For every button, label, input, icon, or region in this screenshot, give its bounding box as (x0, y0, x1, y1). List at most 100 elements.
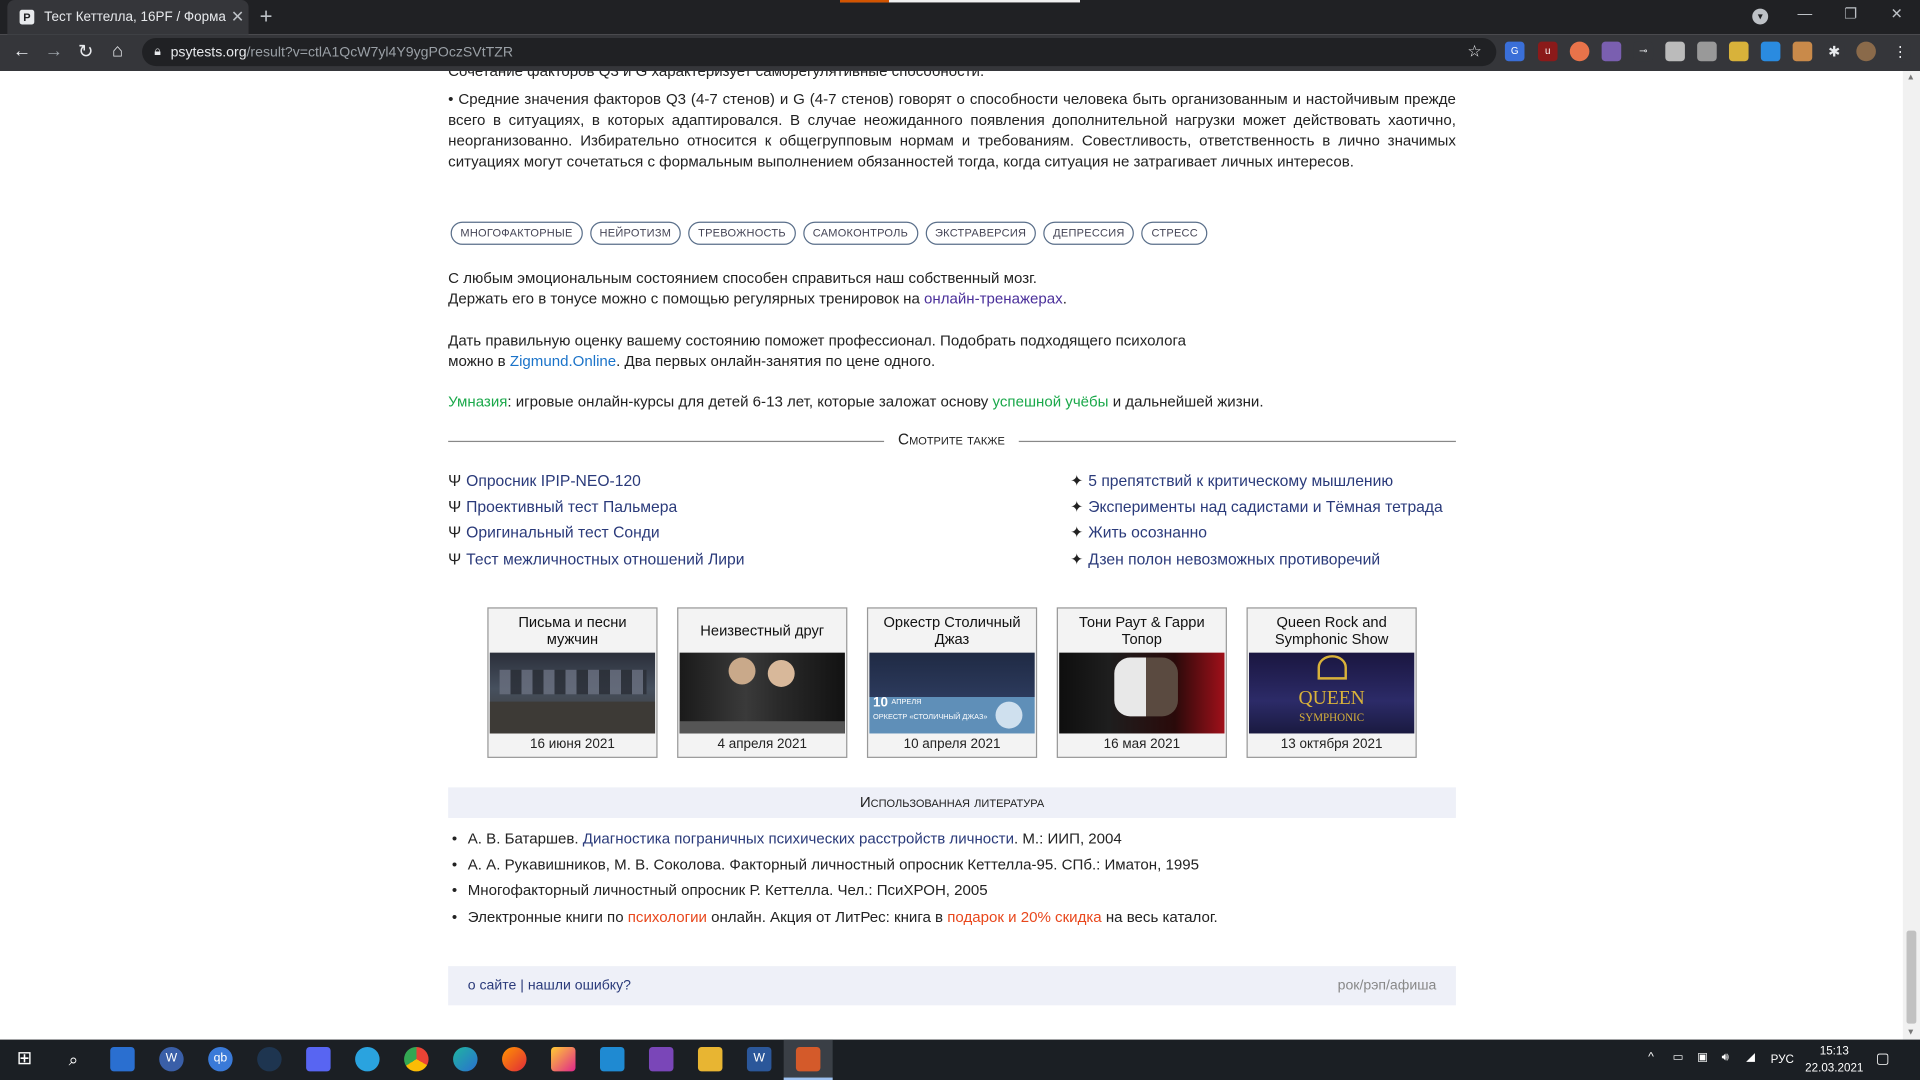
forward-icon[interactable]: → (42, 40, 66, 61)
literature-list: А. В. Батаршев. Диагностика пограничных … (448, 827, 1456, 931)
literature-item: А. А. Рукавишников, М. В. Соколова. Факт… (448, 852, 1456, 878)
clock-date[interactable]: 22.03.2021 (1800, 1062, 1869, 1075)
language-indicator[interactable]: РУС (1771, 1053, 1794, 1066)
event-title: Queen Rock and Symphonic Show (1274, 612, 1389, 648)
event-card[interactable]: Queen Rock and Symphonic Show QUEEN SYMP… (1246, 607, 1417, 758)
zigmund-link[interactable]: Zigmund.Online (510, 353, 616, 370)
reload-icon[interactable]: ↻ (73, 40, 97, 63)
see-also-link[interactable]: Тест межличностных отношений Лири (466, 549, 744, 567)
scroll-up-icon[interactable]: ▲ (1907, 73, 1915, 82)
windows-start-icon[interactable]: ⊞ (12, 1047, 36, 1071)
tag[interactable]: депрессия (1043, 221, 1135, 245)
telegram-icon[interactable] (355, 1046, 380, 1072)
ublock-extension-icon[interactable]: u (1537, 41, 1558, 62)
edge-icon[interactable] (453, 1046, 478, 1072)
discord-icon[interactable] (306, 1046, 331, 1072)
see-also-title: Смотрите также (898, 431, 1005, 449)
visual-studio-icon[interactable] (648, 1046, 674, 1072)
battery-icon[interactable]: ▭ (1673, 1051, 1684, 1064)
chrome-menu-icon[interactable]: ⋮ (1890, 41, 1911, 62)
tag[interactable]: самоконтроль (802, 221, 918, 245)
minimize-window-icon[interactable]: — (1798, 5, 1813, 22)
qbittorrent-icon[interactable]: qb (208, 1046, 233, 1072)
restore-window-icon[interactable]: ❐ (1844, 5, 1857, 22)
translate-extension-icon[interactable]: G (1504, 41, 1525, 62)
see-also-item[interactable]: Ψ Опросник IPIP-NEO-120 (448, 468, 744, 494)
extensions-puzzle-icon[interactable]: ✱ (1824, 41, 1845, 62)
see-also-link[interactable]: Жить осознанно (1088, 523, 1207, 541)
file-explorer-icon[interactable] (697, 1046, 723, 1072)
event-card[interactable]: Неизвестный друг 4 апреля 2021 (677, 607, 848, 758)
chrome-icon[interactable] (404, 1046, 429, 1072)
see-also-link[interactable]: Эксперименты над садистами и Тёмная тетр… (1088, 497, 1443, 515)
extension-icon-4[interactable] (1601, 41, 1622, 62)
active-app-icon[interactable] (795, 1046, 821, 1072)
jetbrains-icon[interactable] (551, 1046, 576, 1072)
keyboard-icon[interactable]: ▣ (1697, 1051, 1708, 1064)
promo-line: С любым эмоциональным состоянием способе… (448, 269, 1037, 287)
notification-icon[interactable]: ▢ (1876, 1049, 1890, 1066)
literature-link[interactable]: Диагностика пограничных психических расс… (583, 830, 1014, 847)
network-icon[interactable]: ◢ (1746, 1051, 1755, 1064)
scrollbar-thumb[interactable] (1906, 930, 1917, 1024)
back-icon[interactable]: ← (10, 40, 34, 61)
volume-icon[interactable]: 🔊︎ (1722, 1051, 1729, 1064)
extension-icon-9[interactable] (1760, 41, 1781, 62)
scroll-down-icon[interactable]: ▼ (1907, 1029, 1915, 1038)
browser-tab[interactable]: P Тест Кеттелла, 16PF / Форма А. I ✕ (7, 0, 249, 35)
see-also-link[interactable]: Дзен полон невозможных противоречий (1088, 549, 1380, 567)
search-icon[interactable]: ⌕ (61, 1047, 85, 1071)
profile-avatar[interactable] (1856, 41, 1876, 62)
tray-chevron-icon[interactable]: ^ (1648, 1051, 1654, 1064)
app-icon-1[interactable] (110, 1046, 135, 1072)
word-icon[interactable]: W (746, 1046, 772, 1072)
tag[interactable]: экстраверсия (925, 221, 1037, 245)
psychology-books-link[interactable]: психологии (628, 908, 707, 925)
see-also-link[interactable]: Оригинальный тест Сонди (466, 523, 659, 541)
event-date: 13 октября 2021 (1280, 737, 1383, 752)
see-also-item[interactable]: ✦ Жить осознанно (1070, 520, 1443, 546)
tag[interactable]: многофакторные (450, 221, 583, 245)
success-study-link[interactable]: успешной учёбы (993, 393, 1109, 410)
home-icon[interactable]: ⌂ (105, 40, 129, 61)
bookmark-star-icon[interactable]: ☆ (1467, 42, 1481, 62)
lock-icon[interactable]: 🔒︎ (154, 45, 161, 58)
footer-about-links[interactable]: о сайте | нашли ошибку? (468, 966, 631, 1005)
page-scrollbar[interactable]: ▲ ▼ (1902, 71, 1920, 1040)
footer-poster-links[interactable]: рок/рэп/афиша (1338, 966, 1437, 1005)
see-also-link[interactable]: Опросник IPIP-NEO-120 (466, 471, 641, 489)
see-also-item[interactable]: Ψ Проективный тест Пальмера (448, 494, 744, 520)
see-also-link[interactable]: 5 препятствий к критическому мышлению (1088, 471, 1393, 489)
firefox-icon[interactable] (502, 1046, 527, 1072)
steam-icon[interactable] (257, 1046, 282, 1072)
see-also-item[interactable]: Ψ Тест межличностных отношений Лири (448, 546, 744, 572)
extension-icon-6[interactable] (1665, 41, 1685, 62)
event-card[interactable]: Тони Раут & Гарри Топор 16 мая 2021 (1056, 607, 1227, 758)
extension-icon-5[interactable]: ⊸ (1633, 41, 1654, 62)
tag[interactable]: тревожность (688, 221, 796, 245)
event-card[interactable]: Письма и песни мужчин 16 июня 2021 (487, 607, 658, 758)
tab-close-icon[interactable]: ✕ (227, 7, 249, 27)
tag[interactable]: стресс (1141, 221, 1208, 245)
trainers-link[interactable]: онлайн-тренажерах (924, 290, 1063, 307)
umnazia-link[interactable]: Умназия (448, 393, 507, 410)
new-tab-button[interactable]: + (260, 4, 273, 30)
vscode-icon[interactable] (600, 1046, 625, 1072)
extension-icon-3[interactable] (1569, 41, 1590, 62)
see-also-item[interactable]: ✦ 5 препятствий к критическому мышлению (1070, 468, 1443, 494)
close-window-icon[interactable]: ✕ (1891, 5, 1903, 22)
app-icon-w[interactable]: W (159, 1046, 184, 1072)
see-also-item[interactable]: ✦ Эксперименты над садистами и Тёмная тет… (1070, 494, 1443, 520)
extension-icon-7[interactable] (1697, 41, 1717, 62)
extension-icon-10[interactable] (1792, 41, 1813, 62)
event-card[interactable]: Оркестр Столичный Джаз 10 АПРЕЛЯ ОРКЕСТР… (866, 607, 1038, 758)
address-bar[interactable]: 🔒︎ psytests.org/result?v=ctlA1QcW7yl4Y9y… (142, 37, 1497, 67)
gift-discount-link[interactable]: подарок и 20% скидка (947, 908, 1101, 925)
see-also-item[interactable]: Ψ Оригинальный тест Сонди (448, 520, 744, 546)
tag[interactable]: нейротизм (589, 221, 681, 245)
see-also-link[interactable]: Проективный тест Пальмера (466, 497, 677, 515)
extension-icon-8[interactable] (1728, 41, 1749, 62)
tab-search-icon[interactable]: ▾ (1752, 8, 1769, 25)
see-also-item[interactable]: ✦ Дзен полон невозможных противоречий (1070, 546, 1443, 572)
clock-time[interactable]: 15:13 (1807, 1044, 1861, 1057)
